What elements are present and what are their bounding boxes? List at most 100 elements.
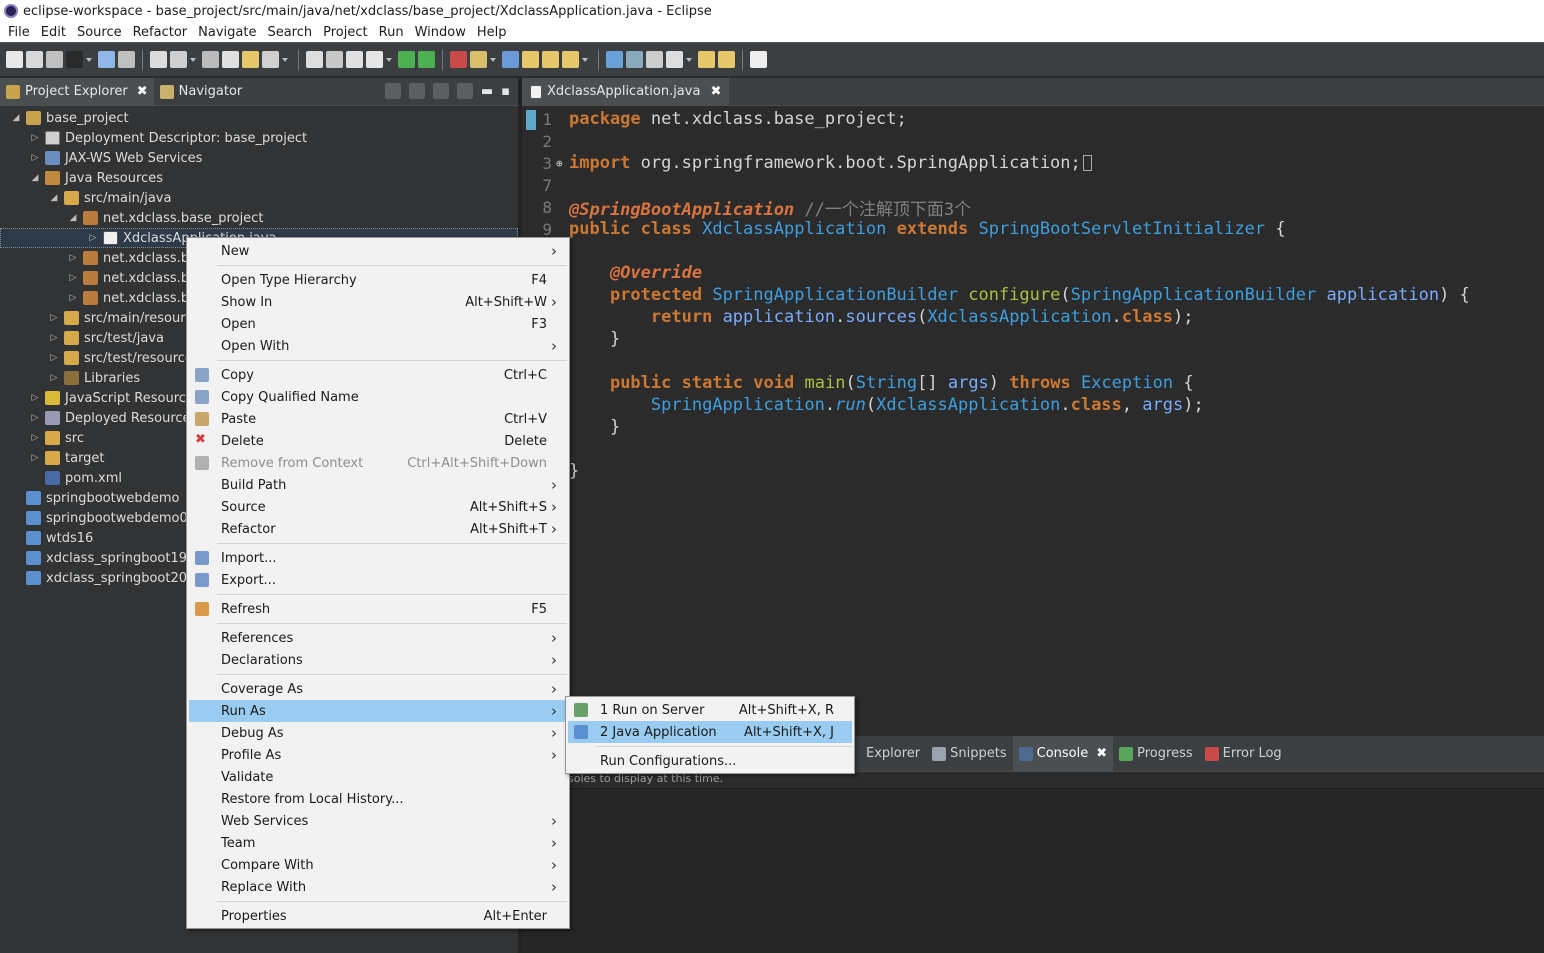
- tree-item-src-main-java[interactable]: ◢ src/main/java: [0, 188, 518, 208]
- toggle-breakpoint-icon[interactable]: [346, 51, 363, 68]
- new-java-project-icon[interactable]: [502, 51, 519, 68]
- menu-item-open-with[interactable]: Open With ›: [189, 335, 567, 357]
- code-line[interactable]: 2: [522, 130, 1544, 152]
- collapsed-arrow-icon[interactable]: ▷: [29, 133, 41, 143]
- forward-icon[interactable]: [718, 51, 735, 68]
- menu-item-show-in[interactable]: Show In Alt+Shift+W ›: [189, 291, 567, 313]
- collapsed-arrow-icon[interactable]: ▷: [29, 433, 41, 443]
- menu-item-references[interactable]: References ›: [189, 627, 567, 649]
- drop-to-frame-icon[interactable]: [306, 51, 323, 68]
- tree-item-java-resources[interactable]: ◢ Java Resources: [0, 168, 518, 188]
- pin-icon[interactable]: [750, 51, 767, 68]
- step-return-icon[interactable]: [262, 51, 279, 68]
- code-line[interactable]: [522, 438, 1544, 460]
- collapsed-arrow-icon[interactable]: ▷: [48, 373, 60, 383]
- dropdown-arrow-icon[interactable]: [86, 57, 92, 62]
- dropdown-arrow-icon[interactable]: [582, 57, 588, 62]
- menu-navigate[interactable]: Navigate: [194, 25, 263, 40]
- collapsed-arrow-icon[interactable]: ▷: [29, 393, 41, 403]
- expanded-arrow-icon[interactable]: ◢: [67, 213, 79, 223]
- debug-icon[interactable]: [398, 51, 415, 68]
- link-with-editor-icon[interactable]: [408, 83, 425, 99]
- tab-xdclass-application[interactable]: XdclassApplication.java ✖: [522, 77, 730, 106]
- dropdown-arrow-icon[interactable]: [282, 57, 288, 62]
- menu-item-build-path[interactable]: Build Path ›: [189, 474, 567, 496]
- last-edit-icon[interactable]: [666, 51, 683, 68]
- open-type-icon[interactable]: [98, 51, 115, 68]
- disconnect-icon[interactable]: [202, 51, 219, 68]
- menu-item-web-services[interactable]: Web Services ›: [189, 810, 567, 832]
- pause-icon[interactable]: [150, 51, 167, 68]
- menu-project[interactable]: Project: [319, 25, 374, 40]
- step-over-icon[interactable]: [242, 51, 259, 68]
- menu-item-debug-as[interactable]: Debug As ›: [189, 722, 567, 744]
- new-server-icon[interactable]: [470, 51, 487, 68]
- tab-project-explorer[interactable]: Project Explorer ✖: [0, 77, 154, 106]
- tree-item-net-xdclass-base-project[interactable]: ◢ net.xdclass.base_project: [0, 208, 518, 228]
- collapsed-arrow-icon[interactable]: ▷: [48, 333, 60, 343]
- code-line[interactable]: 1 package net.xdclass.base_project;: [522, 108, 1544, 130]
- menu-item-compare-with[interactable]: Compare With ›: [189, 854, 567, 876]
- menu-item-copy-qualified-name[interactable]: Copy Qualified Name: [189, 386, 567, 408]
- code-line[interactable]: public static void main(String[] args) t…: [522, 372, 1544, 394]
- code-line[interactable]: }: [522, 460, 1544, 482]
- code-line[interactable]: @Override: [522, 262, 1544, 284]
- code-line[interactable]: 8 @SpringBootApplication //一个注解顶下面3个: [522, 196, 1544, 220]
- close-icon[interactable]: ✖: [1096, 746, 1107, 761]
- code-line[interactable]: [522, 240, 1544, 262]
- tree-item-deployment-descriptor-base-project[interactable]: ▷ Deployment Descriptor: base_project: [0, 128, 518, 148]
- collapsed-arrow-icon[interactable]: ▷: [87, 233, 99, 243]
- collapsed-arrow-icon[interactable]: ▷: [67, 273, 79, 283]
- expanded-arrow-icon[interactable]: ◢: [48, 193, 60, 203]
- collapsed-arrow-icon[interactable]: ▷: [29, 413, 41, 423]
- code-line[interactable]: 9 public class XdclassApplication extends…: [522, 218, 1544, 240]
- menu-item-new[interactable]: New ›: [189, 240, 567, 262]
- menu-refactor[interactable]: Refactor: [129, 25, 195, 40]
- menu-item-team[interactable]: Team ›: [189, 832, 567, 854]
- code-area[interactable]: 1 package net.xdclass.base_project; 2 3 ⊕ imp…: [522, 108, 1544, 482]
- expanded-arrow-icon[interactable]: ◢: [10, 113, 22, 123]
- dropdown-arrow-icon[interactable]: [386, 57, 392, 62]
- menu-run[interactable]: Run: [375, 25, 411, 40]
- menu-window[interactable]: Window: [411, 25, 473, 40]
- menu-item-coverage-as[interactable]: Coverage As ›: [189, 678, 567, 700]
- console-output[interactable]: [522, 788, 1544, 953]
- tab-console[interactable]: Console ✖: [1012, 735, 1114, 772]
- stop-icon[interactable]: [118, 51, 135, 68]
- menu-item-copy[interactable]: Copy Ctrl+C: [189, 364, 567, 386]
- menu-item-export[interactable]: Export...: [189, 569, 567, 591]
- dropdown-arrow-icon[interactable]: [190, 57, 196, 62]
- open-task-icon[interactable]: [522, 51, 539, 68]
- fold-expand-icon[interactable]: ⊕: [556, 157, 563, 170]
- new-icon[interactable]: [6, 51, 23, 68]
- collapsed-arrow-icon[interactable]: ▷: [29, 153, 41, 163]
- stop-server-icon[interactable]: [170, 51, 187, 68]
- skip-breakpoints-icon[interactable]: [366, 51, 383, 68]
- menu-item-delete[interactable]: ✖ Delete Delete: [189, 430, 567, 452]
- minimize-icon[interactable]: ▬: [481, 84, 493, 99]
- menu-item-run-as[interactable]: Run As ›: [189, 700, 567, 722]
- save-all-icon[interactable]: [46, 51, 63, 68]
- menu-item-replace-with[interactable]: Replace With ›: [189, 876, 567, 898]
- code-line[interactable]: 3 ⊕ import org.springframework.boot.Spring…: [522, 152, 1544, 174]
- menu-help[interactable]: Help: [473, 25, 514, 40]
- menu-item-open[interactable]: Open F3: [189, 313, 567, 335]
- collapsed-arrow-icon[interactable]: ▷: [48, 313, 60, 323]
- submenu-item-run-configurations[interactable]: Run Configurations...: [568, 750, 852, 772]
- menu-item-properties[interactable]: Properties Alt+Enter: [189, 905, 567, 927]
- tab-progress[interactable]: Progress: [1113, 736, 1198, 772]
- code-line[interactable]: return application.sources(XdclassApplic…: [522, 306, 1544, 328]
- tab-explorer[interactable]: Explorer: [860, 736, 926, 772]
- code-line[interactable]: [522, 350, 1544, 372]
- refresh-icon[interactable]: [606, 51, 623, 68]
- tree-item-jax-ws-web-services[interactable]: ▷ JAX-WS Web Services: [0, 148, 518, 168]
- collapsed-arrow-icon[interactable]: ▷: [67, 293, 79, 303]
- menu-item-open-type-hierarchy[interactable]: Open Type Hierarchy F4: [189, 269, 567, 291]
- code-line[interactable]: 7: [522, 174, 1544, 196]
- collapsed-arrow-icon[interactable]: ▷: [67, 253, 79, 263]
- submenu-item-2-java-application[interactable]: 2 Java Application Alt+Shift+X, J: [568, 721, 852, 743]
- code-line[interactable]: }: [522, 328, 1544, 350]
- save-icon[interactable]: [26, 51, 43, 68]
- tab-error-log[interactable]: Error Log: [1199, 736, 1288, 772]
- menu-search[interactable]: Search: [263, 25, 319, 40]
